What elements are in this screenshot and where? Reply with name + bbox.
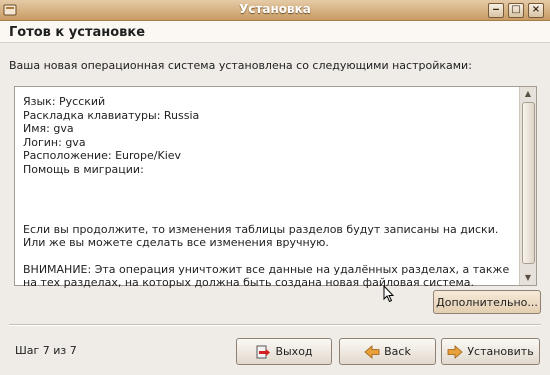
- setting-line: Раскладка клавиатуры: Russia: [23, 108, 200, 122]
- page-title: Готов к установке: [9, 25, 146, 40]
- page-header: Готов к установке: [0, 21, 550, 43]
- advanced-button[interactable]: Дополнительно...: [433, 290, 541, 314]
- title-bar: Установка ‒ □ ×: [0, 0, 550, 21]
- partition-note-line: Или же вы можете сделать все изменения в…: [23, 236, 329, 250]
- advanced-button-label: Дополнительно...: [436, 295, 538, 309]
- scrollbar-thumb[interactable]: [522, 102, 535, 264]
- scroll-down-icon[interactable]: ▼: [522, 272, 534, 284]
- setting-line: Язык: Русский: [23, 95, 106, 108]
- close-button[interactable]: ×: [528, 3, 544, 18]
- install-button[interactable]: Установить: [441, 338, 540, 365]
- warning-line: ВНИМАНИЕ: Эта операция уничтожит все дан…: [23, 262, 510, 276]
- close-icon: ×: [531, 4, 541, 15]
- install-button-label: Установить: [467, 345, 534, 358]
- back-button[interactable]: Back: [339, 338, 436, 365]
- mouse-pointer-icon: [383, 285, 395, 303]
- quit-button[interactable]: Выход: [236, 338, 332, 365]
- step-indicator: Шаг 7 из 7: [15, 344, 77, 357]
- setting-line: Помощь в миграции:: [23, 162, 144, 176]
- setting-line: Имя: gva: [23, 122, 74, 136]
- summary-panel[interactable]: Язык: Русский Раскладка клавиатуры: Russ…: [14, 86, 537, 289]
- maximize-button[interactable]: □: [508, 3, 524, 18]
- vertical-scrollbar[interactable]: ▲ ▼: [519, 87, 536, 285]
- setting-line: Расположение: Europe/Kiev: [23, 149, 182, 163]
- minimize-button[interactable]: ‒: [488, 3, 504, 18]
- back-arrow-icon: [364, 344, 380, 359]
- quit-button-label: Выход: [275, 345, 313, 358]
- warning-line: на тех разделах, на которых должна быть …: [23, 276, 475, 290]
- scroll-up-icon[interactable]: ▲: [522, 88, 534, 100]
- intro-text: Ваша новая операционная система установл…: [9, 59, 472, 72]
- maximize-icon: □: [511, 4, 521, 15]
- back-button-label: Back: [384, 345, 411, 358]
- setting-line: Логин: gva: [23, 135, 86, 149]
- summary-content: Язык: Русский Раскладка клавиатуры: Russ…: [23, 95, 516, 290]
- window-title: Установка: [239, 2, 311, 16]
- minimize-icon: ‒: [492, 4, 500, 15]
- divider: [9, 324, 541, 326]
- partition-note-line: Если вы продолжите, то изменения таблицы…: [23, 222, 499, 236]
- exit-icon: [256, 345, 271, 358]
- forward-arrow-icon: [447, 344, 463, 359]
